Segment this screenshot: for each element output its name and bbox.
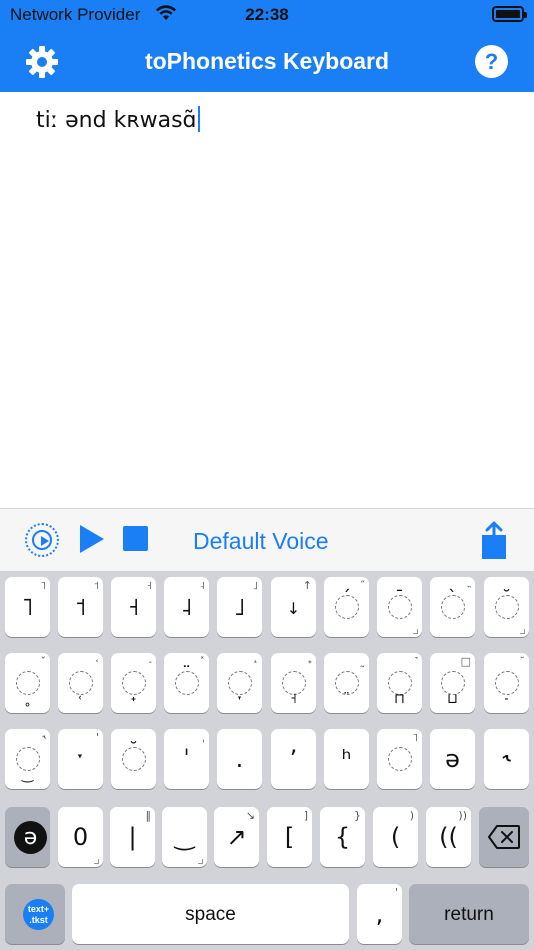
text-editor[interactable]: tiː ənd kʀwasɑ̃	[0, 92, 534, 508]
page-title: toPhonetics Keyboard	[144, 48, 390, 74]
keyboard-switch-button[interactable]: ə	[5, 807, 50, 867]
key-no-audible-release[interactable]: ˥	[377, 729, 422, 789]
navbar: toPhonetics Keyboard ?	[0, 32, 534, 92]
key-bracket[interactable]: []	[267, 807, 312, 867]
key-dental[interactable]: ⊓ ˺	[377, 653, 422, 713]
key-breathy[interactable]: ¨ ˷	[324, 653, 369, 713]
key-tone-high[interactable]: ˦ ˦	[58, 577, 103, 637]
key-tone-mid[interactable]: ˧ ˧	[111, 577, 156, 637]
key-parenthesis[interactable]: ()	[373, 807, 418, 867]
voice-selector[interactable]: Default Voice	[193, 528, 329, 555]
text-caret	[197, 106, 200, 132]
key-retracted[interactable]: ˗ ˘	[484, 653, 529, 713]
app-header: Network Provider 22:38 toPhonetics Keybo…	[0, 0, 534, 92]
return-key[interactable]: return	[409, 884, 529, 944]
battery-icon	[492, 6, 527, 22]
key-schwa[interactable]: ə	[430, 729, 475, 789]
share-icon[interactable]	[479, 521, 509, 561]
key-linguolabial[interactable]: ‿ ˞	[5, 729, 50, 789]
key-ejective[interactable]: ʼ	[271, 729, 316, 789]
help-button[interactable]: ?	[475, 45, 508, 78]
speech-toolbar: Default Voice	[0, 508, 534, 571]
key-zero[interactable]: 0	[58, 807, 103, 867]
phonetic-keyboard: ˥ ˥ ˦ ˦ ˧ ˧ ˨ ˨ ˩ ˩ ↓ ↑ ˊ ˝ ˉ ˋ ˵ ˘ ˳ ˇ ˓ ˓ ˖ ˗ ¨ ˟ …	[0, 571, 534, 950]
schwa-keyboard-icon: ə	[14, 821, 47, 854]
key-comma[interactable]: , '	[357, 884, 402, 944]
key-brace[interactable]: {}	[320, 807, 365, 867]
key-primary-stress[interactable]: ˈˌ	[164, 729, 209, 789]
play-icon[interactable]	[80, 525, 104, 553]
key-macron[interactable]: ˉ	[377, 577, 422, 637]
key-acute[interactable]: ˊ ˝	[324, 577, 369, 637]
key-advanced[interactable]: ˖ ˗	[111, 653, 156, 713]
keyboard-row-4: ə 0 | ‖ ‿ ↗ ↘ [] {} () (())	[0, 807, 534, 867]
keyboard-row-1: ˥ ˥ ˦ ˦ ˧ ˧ ˨ ˨ ˩ ˩ ↓ ↑ ˊ ˝ ˉ ˋ ˵ ˘	[0, 577, 534, 637]
key-rhoticity[interactable]: ˞	[484, 729, 529, 789]
status-bar: Network Provider 22:38	[0, 0, 534, 32]
key-aspirated[interactable]: ʰ	[324, 729, 369, 789]
key-voiceless[interactable]: ˳ ˇ	[5, 653, 50, 713]
delete-backspace-icon	[488, 825, 520, 849]
key-lowered[interactable]: ˕ ˔	[217, 653, 262, 713]
key-centralized[interactable]: ¨ ˟	[164, 653, 209, 713]
stop-icon[interactable]	[123, 526, 148, 551]
key-half-long[interactable]: ˑ '	[58, 729, 103, 789]
key-breve[interactable]: ˘	[484, 577, 529, 637]
key-global-rise[interactable]: ↗ ↘	[214, 807, 259, 867]
clock: 22:38	[245, 5, 289, 24]
key-apical[interactable]: ⊔ □	[430, 653, 475, 713]
key-tone-low[interactable]: ˨ ˨	[164, 577, 209, 637]
delete-button[interactable]	[479, 807, 529, 867]
voice-select-icon[interactable]	[25, 523, 59, 557]
key-syllable-break[interactable]: .	[217, 729, 262, 789]
keyboard-row-2: ˳ ˇ ˓ ˓ ˖ ˗ ¨ ˟ ˕ ˔ ˧ ˖ ¨ ˷ ⊓ ˺ ⊔ □ ˗ ˘	[0, 653, 534, 713]
keyboard-row-5: text+ .tkst space , ' return	[0, 884, 534, 944]
app-logo-button[interactable]: text+ .tkst	[5, 884, 65, 944]
text-plus-logo-icon: text+ .tkst	[23, 899, 54, 930]
space-key[interactable]: space	[72, 884, 349, 944]
key-tone-extra-high[interactable]: ˥ ˥	[5, 577, 50, 637]
key-linking[interactable]: ‿	[162, 807, 207, 867]
key-double-parenthesis[interactable]: (())	[426, 807, 471, 867]
editor-text[interactable]: tiː ənd kʀwasɑ̃	[36, 106, 200, 133]
key-grave[interactable]: ˋ ˵	[430, 577, 475, 637]
key-tone-extra-low[interactable]: ˩ ˩	[217, 577, 262, 637]
key-downstep[interactable]: ↓ ↑	[271, 577, 316, 637]
key-advanced-tongue-root[interactable]: ˧ ˖	[271, 653, 316, 713]
key-extra-short[interactable]: ˘	[111, 729, 156, 789]
key-less-rounded[interactable]: ˓ ˓	[58, 653, 103, 713]
keyboard-row-3: ‿ ˞ ˑ ' ˘ ˈˌ . ʼ ʰ ˥ ə ˞	[0, 729, 534, 789]
key-minor-group[interactable]: | ‖	[110, 807, 155, 867]
